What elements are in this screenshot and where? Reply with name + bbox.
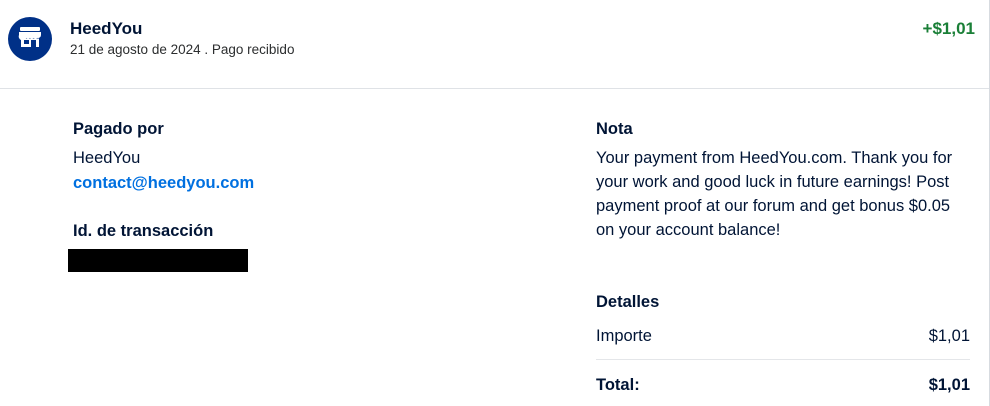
details-title: Detalles — [596, 293, 660, 311]
transaction-id-title: Id. de transacción — [73, 222, 214, 240]
store-icon — [18, 26, 42, 53]
paid-by-title: Pagado por — [73, 120, 164, 138]
transaction-id-redacted — [68, 249, 248, 272]
merchant-name: HeedYou — [70, 19, 143, 38]
transaction-meta: 21 de agosto de 2024 . Pago recibido — [70, 42, 294, 58]
merchant-avatar — [8, 17, 52, 61]
transaction-header: HeedYou 21 de agosto de 2024 . Pago reci… — [0, 0, 989, 89]
transaction-amount: +$1,01 — [922, 19, 975, 38]
note-title: Nota — [596, 120, 633, 138]
payer-name: HeedYou — [73, 149, 141, 167]
detail-total-value: $1,01 — [928, 376, 970, 394]
detail-row-amount: Importe $1,01 — [596, 326, 970, 346]
transaction-details-page: HeedYou 21 de agosto de 2024 . Pago reci… — [0, 0, 990, 406]
detail-amount-value: $1,01 — [928, 327, 970, 345]
detail-amount-label: Importe — [596, 327, 652, 345]
note-text: Your payment from HeedYou.com. Thank you… — [596, 149, 953, 239]
transaction-status: Pago recibido — [211, 42, 295, 57]
meta-separator: . — [200, 42, 212, 57]
detail-divider — [596, 359, 970, 360]
payer-email-link[interactable]: contact@heedyou.com — [73, 173, 254, 193]
transaction-date: 21 de agosto de 2024 — [70, 42, 201, 57]
detail-row-total: Total: $1,01 — [596, 375, 970, 395]
detail-total-label: Total: — [596, 376, 640, 394]
